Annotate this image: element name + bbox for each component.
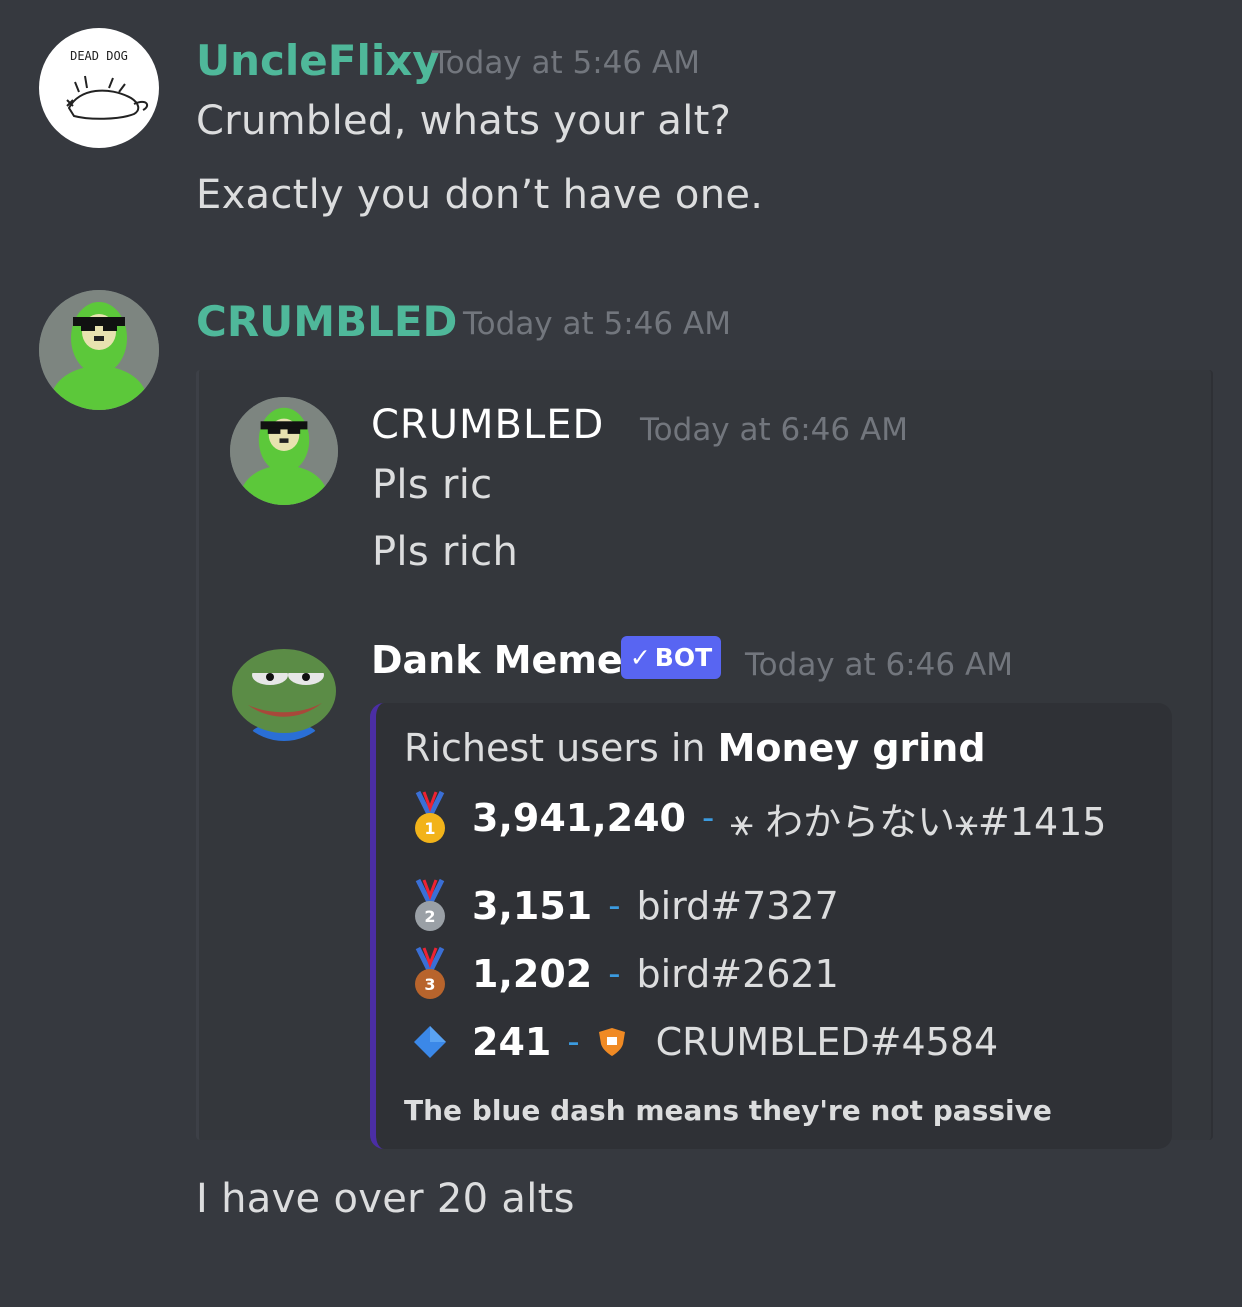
message-text: Exactly you don’t have one. <box>196 172 764 218</box>
message-text: Pls rich <box>372 529 519 575</box>
leaderboard-dash: - <box>608 954 621 994</box>
leaderboard-dash: - <box>608 886 621 926</box>
leaderboard-user: bird#7327 <box>636 884 839 928</box>
embed-footer: The blue dash means they're not passive <box>404 1094 1052 1127</box>
medal-rank: 1 <box>424 819 435 838</box>
green-cartoon-avatar-icon <box>230 397 338 505</box>
leaderboard-amount: 1,202 <box>472 952 593 996</box>
timestamp: Today at 6:46 AM <box>745 647 1013 683</box>
embed-title-prefix: Richest users in <box>404 726 718 770</box>
username[interactable]: Dank Memer <box>371 638 641 682</box>
gold-medal-icon: 1 <box>415 790 445 843</box>
message-text: Pls ric <box>372 462 493 508</box>
username[interactable]: UncleFlixy <box>196 36 440 85</box>
embed-title: Richest users in Money grind <box>404 726 986 770</box>
leaderboard-user: ⚹ わからない⚹#1415 <box>730 799 1107 844</box>
green-cartoon-avatar-icon <box>39 290 159 410</box>
avatar[interactable] <box>230 633 338 741</box>
leaderboard-row: 1 3,941,240 - ⚹ わからない⚹#1415 <box>410 790 1106 846</box>
embed-title-bold: Money grind <box>717 726 986 770</box>
username[interactable]: CRUMBLED <box>371 402 604 448</box>
dead-dog-avatar-icon: DEAD DOG <box>66 49 149 120</box>
orange-shield-icon <box>598 1028 625 1056</box>
message-text: Crumbled, whats your alt? <box>196 98 732 144</box>
bronze-medal-icon: 3 <box>415 946 445 999</box>
leaderboard-amount: 3,151 <box>472 884 593 928</box>
leaderboard-amount: 3,941,240 <box>472 796 686 840</box>
checkmark-icon: ✓ <box>629 643 651 672</box>
bot-badge: ✓ BOT <box>621 636 721 679</box>
timestamp: Today at 6:46 AM <box>640 412 908 448</box>
leaderboard-dash: - <box>701 798 715 838</box>
avatar[interactable] <box>230 397 338 505</box>
medal-rank: 2 <box>424 907 435 926</box>
avatar-logo-text: DEAD DOG <box>70 49 128 63</box>
leaderboard-amount: 241 <box>472 1020 552 1064</box>
timestamp: Today at 5:46 AM <box>432 45 700 81</box>
username[interactable]: CRUMBLED <box>196 297 457 346</box>
medal-rank: 3 <box>424 975 435 994</box>
pepe-frog-icon <box>232 649 336 741</box>
message-text: I have over 20 alts <box>196 1176 575 1222</box>
leaderboard-dash: - <box>567 1022 580 1062</box>
leaderboard-row: 241 - CRUMBLED#4584 <box>410 1014 998 1070</box>
leaderboard-user: CRUMBLED#4584 <box>655 1020 999 1064</box>
silver-medal-icon: 2 <box>415 878 445 931</box>
bot-badge-label: BOT <box>654 643 713 672</box>
blue-diamond-icon <box>414 1026 446 1058</box>
avatar[interactable]: DEAD DOG <box>39 28 159 148</box>
leaderboard-row: 3 1,202 - bird#2621 <box>410 946 839 1002</box>
leaderboard-user: bird#2621 <box>636 952 839 996</box>
timestamp: Today at 5:46 AM <box>463 306 731 342</box>
avatar[interactable] <box>39 290 159 410</box>
leaderboard-row: 2 3,151 - bird#7327 <box>410 878 839 934</box>
